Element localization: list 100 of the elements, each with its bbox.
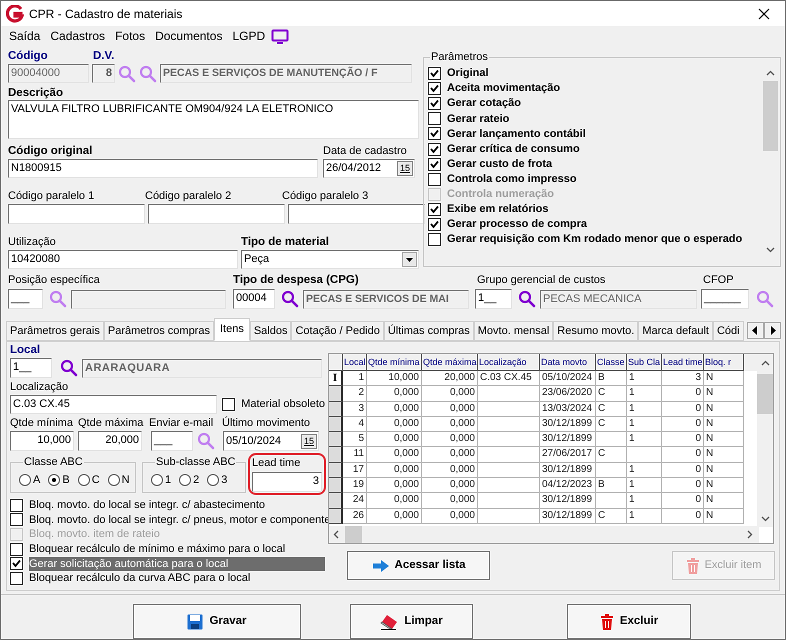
- search-icon[interactable]: [60, 359, 78, 377]
- checkbox[interactable]: [10, 557, 23, 570]
- tab[interactable]: Movto. mensal: [474, 321, 554, 341]
- checkbox[interactable]: [428, 172, 441, 186]
- menu-item[interactable]: Cadastros: [45, 27, 110, 45]
- row-indicator[interactable]: [329, 402, 343, 417]
- search-icon[interactable]: [281, 290, 299, 308]
- tab[interactable]: Parâmetros gerais: [6, 321, 104, 341]
- checkbox[interactable]: [222, 398, 236, 411]
- checkbox[interactable]: [10, 572, 23, 585]
- local-name-field[interactable]: ARARAQUARA: [82, 358, 322, 378]
- tab[interactable]: Parâmetros compras: [104, 321, 214, 341]
- expense-name-field[interactable]: PECAS E SERVICOS DE MAI: [303, 290, 469, 308]
- tab[interactable]: Últimas compras: [384, 321, 474, 341]
- radio-button[interactable]: [207, 474, 220, 486]
- checkbox[interactable]: [428, 67, 441, 80]
- calendar-button[interactable]: 15: [397, 161, 413, 176]
- row-indicator[interactable]: [329, 462, 343, 478]
- row-indicator[interactable]: [329, 447, 343, 463]
- check-digit-field[interactable]: 8: [92, 64, 115, 83]
- checkbox[interactable]: [428, 127, 441, 140]
- parallel-code-field[interactable]: [288, 204, 425, 224]
- checkbox[interactable]: [10, 498, 23, 512]
- location-field[interactable]: C.03 CX.45: [10, 395, 217, 414]
- checkbox[interactable]: [428, 142, 441, 156]
- scrollbar[interactable]: [757, 354, 773, 527]
- row-indicator[interactable]: [329, 508, 343, 524]
- row-indicator[interactable]: [329, 478, 343, 494]
- lead-time-field[interactable]: 3: [252, 472, 322, 492]
- scrollbar-thumb[interactable]: [763, 81, 778, 151]
- menu-item[interactable]: Saída: [4, 27, 46, 45]
- tab[interactable]: Códi: [712, 321, 744, 341]
- row-indicator[interactable]: [329, 386, 343, 402]
- description-field[interactable]: VALVULA FILTRO LUBRIFICANTE OM904/924 LA ELETRONICO: [8, 100, 419, 139]
- clear-button[interactable]: Limpar: [350, 604, 473, 639]
- checkbox[interactable]: [428, 158, 441, 171]
- row-indicator[interactable]: [329, 416, 343, 432]
- column-header[interactable]: Classe: [596, 354, 627, 371]
- list-button[interactable]: Acessar lista: [347, 551, 490, 580]
- calendar-button[interactable]: 15: [301, 434, 317, 448]
- cost-group-code-field[interactable]: 1__: [475, 289, 512, 309]
- save-button[interactable]: Gravar: [133, 604, 301, 639]
- radio-button[interactable]: [179, 474, 192, 486]
- min-quantity-field[interactable]: 10,000: [10, 431, 74, 451]
- radio-button[interactable]: [48, 474, 60, 486]
- delete-button[interactable]: Excluir: [567, 604, 691, 639]
- tab[interactable]: Itens: [214, 318, 250, 341]
- parallel-code-field[interactable]: [8, 204, 145, 224]
- checkbox[interactable]: [428, 112, 441, 126]
- column-header[interactable]: Data movto: [540, 354, 596, 371]
- date-field[interactable]: 26/04/2012 15: [323, 159, 415, 178]
- scrollbar[interactable]: [329, 526, 759, 543]
- cfop-field[interactable]: ______: [701, 289, 749, 309]
- checkbox[interactable]: [10, 542, 23, 556]
- position-field[interactable]: ___: [8, 289, 43, 309]
- usage-field[interactable]: 10420080: [8, 250, 238, 269]
- column-header[interactable]: Lead time: [662, 354, 704, 371]
- menu-item[interactable]: Documentos: [150, 27, 228, 45]
- parallel-code-field[interactable]: [148, 204, 285, 224]
- tab[interactable]: Saldos: [250, 321, 292, 341]
- checkbox[interactable]: [428, 97, 441, 110]
- local-code-field[interactable]: 1__: [10, 358, 52, 378]
- scrollbar-thumb[interactable]: [345, 526, 362, 543]
- expense-code-field[interactable]: 00004: [233, 289, 275, 309]
- checkbox[interactable]: [428, 233, 441, 246]
- email-field[interactable]: ___: [151, 431, 193, 451]
- tab[interactable]: Cotação / Pedido: [291, 321, 384, 341]
- column-header[interactable]: Qtde mínima: [367, 354, 422, 371]
- row-indicator[interactable]: [329, 432, 343, 448]
- checkbox[interactable]: [428, 82, 441, 96]
- checkbox[interactable]: [428, 218, 441, 231]
- column-header[interactable]: Sub Cla: [627, 354, 662, 371]
- date-field[interactable]: 05/10/2024 15: [223, 431, 319, 451]
- close-icon[interactable]: [758, 8, 770, 20]
- cost-group-name-field[interactable]: PECAS MECANICA: [540, 290, 697, 308]
- column-header[interactable]: Localização: [478, 354, 540, 371]
- menu-item[interactable]: LGPD: [227, 27, 270, 45]
- column-header[interactable]: Bloq. r: [704, 354, 744, 371]
- material-type-dropdown[interactable]: Peça: [241, 250, 419, 269]
- tab[interactable]: Marca default: [638, 321, 713, 341]
- checkbox[interactable]: [428, 202, 441, 216]
- checkbox-label: Bloquear recálculo de mínimo e máximo para o local: [29, 542, 286, 556]
- radio-button[interactable]: [108, 474, 120, 486]
- search-icon[interactable]: [518, 290, 536, 308]
- code-field[interactable]: 90004000: [8, 64, 89, 83]
- position-name-field[interactable]: [71, 290, 226, 308]
- column-header[interactable]: Local: [343, 354, 367, 371]
- radio-button[interactable]: [78, 474, 90, 486]
- menu-item[interactable]: Fotos: [110, 27, 150, 45]
- row-indicator[interactable]: I: [329, 371, 343, 386]
- tab[interactable]: Resumo movto.: [553, 321, 638, 341]
- row-indicator[interactable]: [329, 493, 343, 509]
- max-quantity-field[interactable]: 20,000: [78, 431, 142, 451]
- column-header[interactable]: Qtde máxima: [422, 354, 478, 371]
- scrollbar-thumb[interactable]: [757, 374, 773, 414]
- group-field[interactable]: PECAS E SERVIÇOS DE MANUTENÇÃO / F: [160, 64, 412, 83]
- original-code-field[interactable]: N1800915: [8, 159, 318, 178]
- radio-button[interactable]: [19, 474, 31, 486]
- radio-button[interactable]: [151, 474, 163, 486]
- checkbox[interactable]: [10, 513, 23, 526]
